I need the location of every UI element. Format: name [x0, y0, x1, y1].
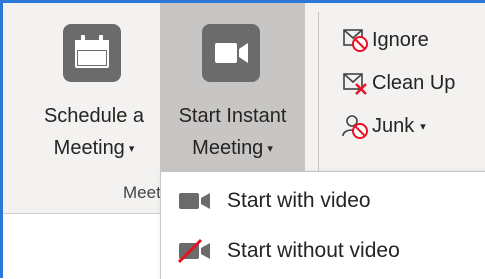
schedule-meeting-label-line1: Schedule a	[43, 105, 145, 127]
schedule-meeting-button[interactable]: Schedule a Meeting ▾	[30, 3, 158, 175]
start-instant-meeting-menu: Start with video Start without video	[160, 171, 485, 279]
start-instant-meeting-label-text: Meeting	[192, 137, 264, 159]
junk-icon	[340, 112, 370, 140]
schedule-meeting-label-text: Meeting	[53, 137, 125, 159]
chevron-down-icon: ▾	[128, 142, 135, 155]
ignore-label: Ignore	[372, 28, 429, 51]
clean-up-button[interactable]: Clean Up	[340, 67, 455, 99]
junk-button[interactable]: Junk ▾	[340, 110, 426, 142]
calendar-icon	[63, 24, 121, 82]
ignore-icon	[340, 26, 370, 54]
video-off-icon	[177, 238, 213, 264]
menu-item-start-with-video[interactable]: Start with video	[161, 178, 485, 224]
menu-item-label: Start without video	[227, 239, 400, 262]
chevron-down-icon: ▾	[420, 120, 426, 133]
chevron-down-icon: ▾	[267, 142, 273, 155]
outlook-window: Schedule a Meeting ▾ Start Instant Meetin…	[0, 0, 485, 279]
video-camera-icon	[202, 24, 260, 82]
menu-item-label: Start with video	[227, 189, 371, 212]
video-camera-icon	[177, 188, 213, 214]
schedule-meeting-label-line2: Meeting ▾	[30, 133, 158, 164]
clean-up-icon	[340, 69, 370, 97]
ignore-button[interactable]: Ignore	[340, 24, 429, 56]
junk-label: Junk	[372, 114, 415, 137]
menu-item-start-without-video[interactable]: Start without video	[161, 228, 485, 274]
start-instant-meeting-label-line2: Meeting ▾	[160, 133, 305, 164]
start-instant-meeting-label-line1: Start Instant	[178, 105, 287, 127]
window-border-left	[0, 0, 3, 278]
clean-up-label: Clean Up	[372, 71, 456, 94]
start-instant-meeting-button[interactable]: Start Instant Meeting ▾	[160, 3, 305, 171]
